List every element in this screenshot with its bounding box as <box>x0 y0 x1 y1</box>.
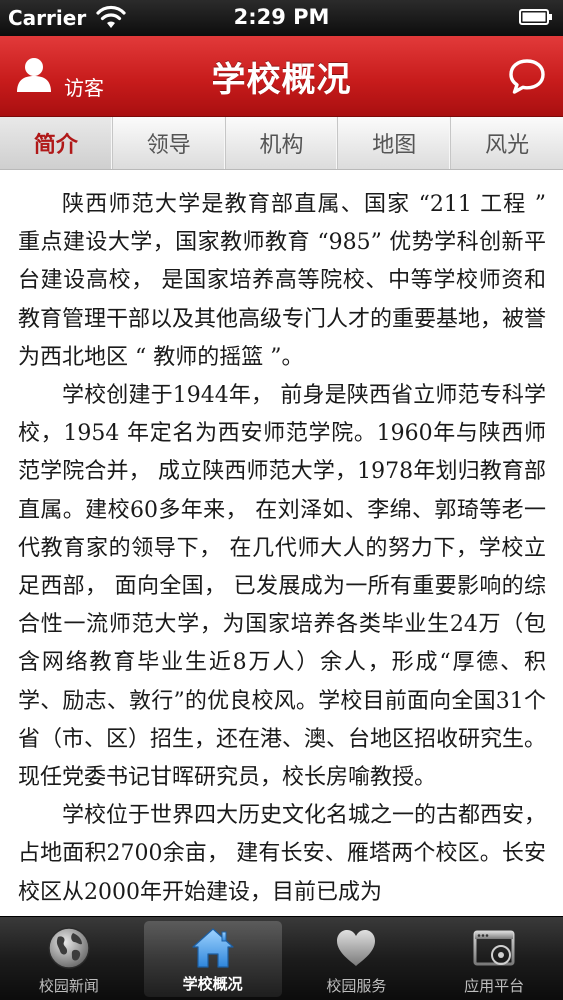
heart-icon <box>337 930 376 966</box>
app-screen: Carrier 2:29 PM 访客 学校概况 简介 领导 机构 地图 风光 陕… <box>0 0 563 1000</box>
bottom-tab-campus-news[interactable]: 校园新闻 <box>0 917 138 1000</box>
home-icon <box>192 928 234 968</box>
intro-content[interactable]: 陕西师范大学是教育部直属、国家 “211 工程 ” 重点建设大学，国家教师教育 … <box>18 186 546 916</box>
page-title: 学校概况 <box>211 60 352 100</box>
status-bar: Carrier 2:29 PM <box>0 0 563 36</box>
intro-paragraph-1: 陕西师范大学是教育部直属、国家 “211 工程 ” 重点建设大学，国家教师教育 … <box>18 192 546 370</box>
section-tabs: 简介 领导 机构 地图 风光 <box>0 117 563 170</box>
battery-icon <box>519 9 552 25</box>
tab-scenery[interactable]: 风光 <box>451 117 563 169</box>
app-window-icon <box>473 930 515 966</box>
intro-paragraph-3: 学校位于世界四大历史文化名城之一的古都西安， 占地面积2700余亩， 建有长安、… <box>18 803 546 905</box>
nav-bar: 访客 学校概况 <box>0 36 563 117</box>
intro-paragraph-2: 学校创建于1944年， 前身是陕西省立师范专科学校，1954 年定名为西安师范学… <box>18 383 546 791</box>
bottom-tab-label: 应用平台 <box>464 977 525 995</box>
tab-departments[interactable]: 机构 <box>226 117 339 169</box>
globe-icon <box>48 927 90 969</box>
bottom-tab-app-platform[interactable]: 应用平台 <box>425 917 563 1000</box>
bottom-tab-bar: 校园新闻 学校概况 校园服务 应用平台 <box>0 916 563 1000</box>
bottom-tab-label: 校园新闻 <box>38 977 99 995</box>
bottom-tab-campus-services[interactable]: 校园服务 <box>288 917 426 1000</box>
bottom-tab-school-overview[interactable]: 学校概况 <box>143 921 282 997</box>
bottom-tab-label: 学校概况 <box>182 975 243 993</box>
tab-intro[interactable]: 简介 <box>0 117 113 169</box>
bottom-tab-label: 校园服务 <box>326 977 387 995</box>
tab-map[interactable]: 地图 <box>338 117 452 169</box>
chat-bubble-icon[interactable] <box>507 56 547 96</box>
tab-leaders[interactable]: 领导 <box>113 117 226 169</box>
status-time: 2:29 PM <box>233 5 330 29</box>
